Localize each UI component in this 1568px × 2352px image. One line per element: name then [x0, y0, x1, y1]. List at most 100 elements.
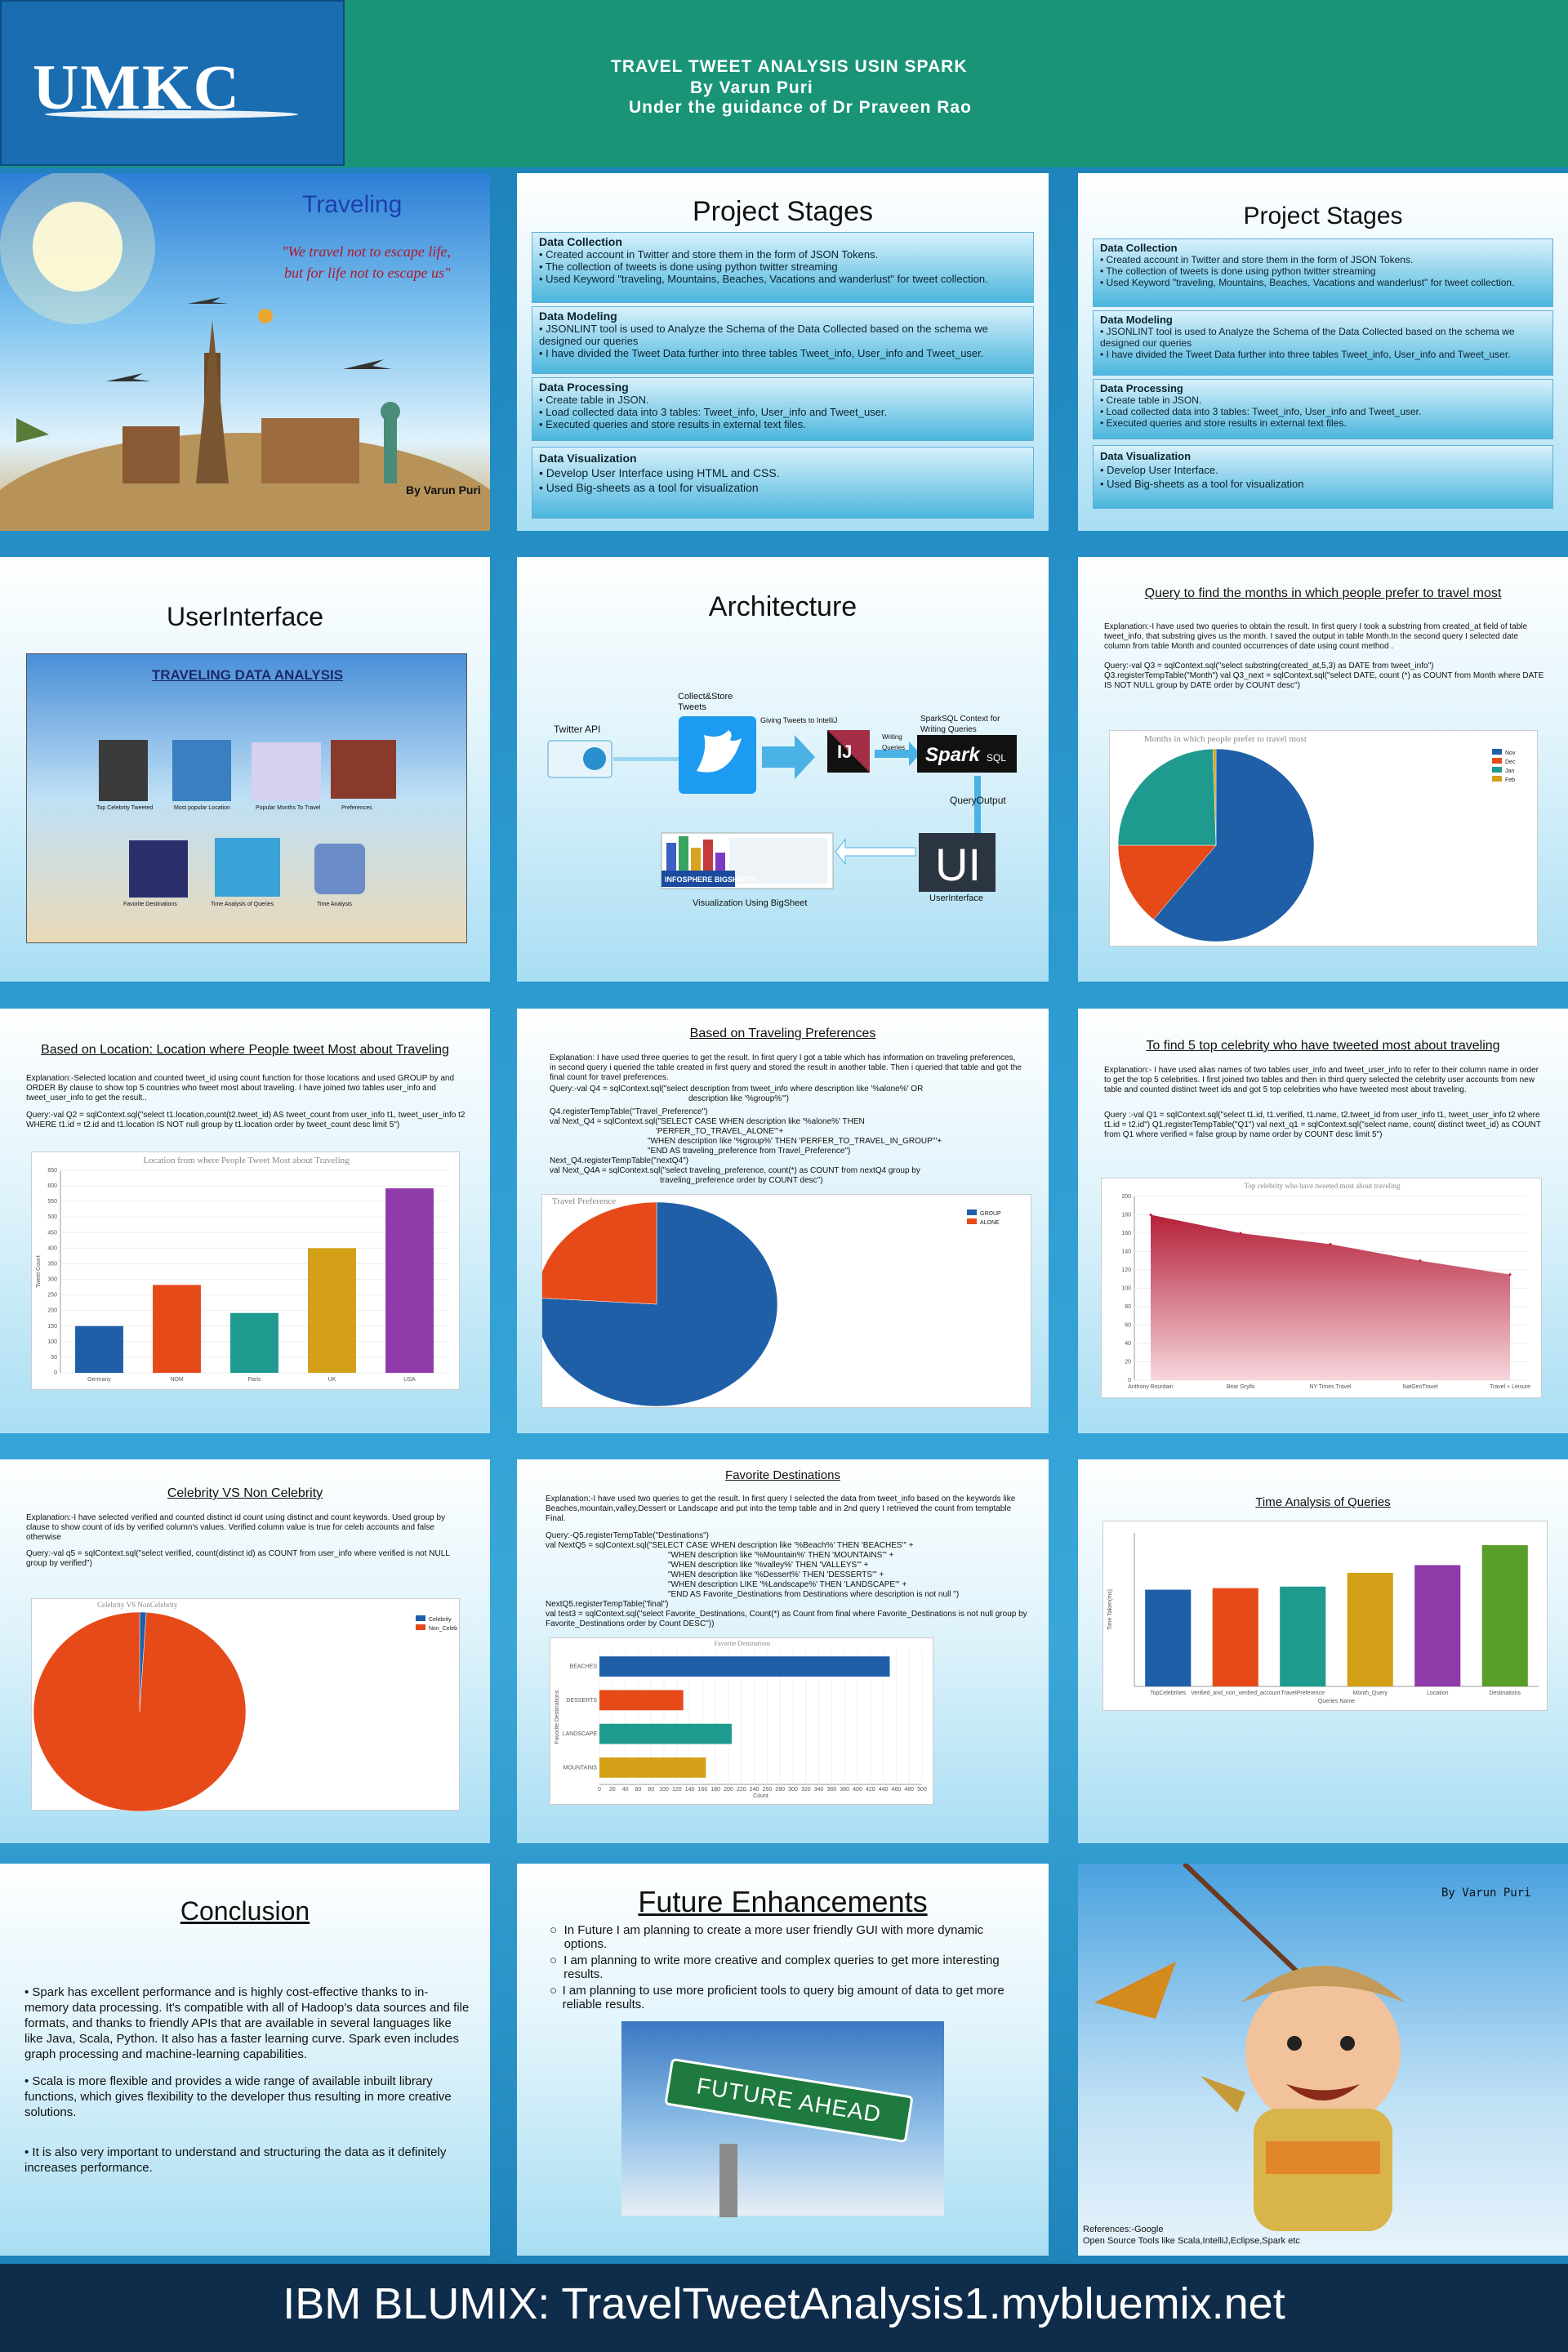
y-tick-label: 140	[1121, 1250, 1131, 1255]
preferences-title: Based on Traveling Preferences	[689, 1027, 876, 1040]
poster-guidance: Under the guidance of Dr Praveen Rao	[629, 98, 972, 117]
bar-travelpreference	[1280, 1586, 1326, 1686]
architecture-panel: Architecture IJ Spark SQL UI INFOSPHERE …	[517, 557, 1049, 982]
celeb-vs-title: Celebrity VS Non Celebrity	[167, 1486, 323, 1500]
project-stages-panel: Project Stages Data Collection • Created…	[517, 173, 1049, 531]
legend-swatch-nov	[1492, 749, 1502, 755]
bar-uk	[308, 1248, 356, 1373]
x-tick-label: NOM	[170, 1377, 184, 1383]
months-chart: Months in which people prefer to travel …	[1109, 730, 1538, 947]
conclusion-bullet-3: • It is also very important to understan…	[24, 2145, 447, 2175]
project-stages-panel-2: Project Stages Data Collection • Created…	[1078, 173, 1568, 531]
ui-thumb-analysis	[314, 844, 365, 894]
y-tick-label: 180	[1121, 1213, 1131, 1218]
y-tick-label: 80	[1125, 1304, 1131, 1310]
logo-swoosh	[45, 110, 298, 118]
location-title: Based on Location: Location where People…	[41, 1043, 449, 1057]
y-tick-label: MOUNTAINS	[564, 1765, 598, 1771]
ui-screenshot: TRAVELING DATA ANALYSIS Top Celebrity Tw…	[26, 653, 467, 943]
x-tick-label: 440	[879, 1787, 889, 1793]
months-query: Query:-val Q3 = sqlContext.sql("select s…	[1104, 662, 1544, 690]
area-point-natgeotravel	[1419, 1259, 1422, 1263]
location-panel: Based on Location: Location where People…	[0, 1009, 490, 1433]
visualization-label: Visualization Using BigSheet	[693, 898, 808, 908]
future-bullet-1: In Future I am planning to create a more…	[564, 1923, 984, 1951]
celeb-vs-explanation: Explanation:-I have selected verified an…	[26, 1513, 446, 1542]
bar-paris	[230, 1312, 278, 1373]
x-tick-label: 480	[904, 1787, 914, 1793]
conclusion-bullet-1: • Spark has excellent performance and is…	[24, 1985, 470, 2061]
conclusion-bullets: • Spark has excellent performance and is…	[24, 1984, 470, 2182]
ui-thumb-preferences	[331, 740, 396, 799]
legend-swatch-group	[967, 1209, 977, 1215]
y-tick-label: 350	[47, 1261, 57, 1267]
spark-context-label: SparkSQL Context for Writing Queries	[920, 715, 1000, 734]
celeb-vs-chart: Celebrity VS NonCelebrity Celebrity Non_C…	[31, 1598, 460, 1811]
celebrity-area-chart: 0 20 40 60 80 100 120 140 160 180 200 Anthony Bourd…	[1121, 1194, 1530, 1390]
location-chart: Location from where People Tweet Most ab…	[31, 1152, 460, 1390]
months-pie: Nov Dec Jan Feb	[1117, 748, 1516, 942]
conclusion-title: Conclusion	[180, 1896, 310, 1926]
x-axis-label: Count	[753, 1793, 768, 1799]
x-tick-label: 180	[710, 1787, 720, 1793]
sign-post	[719, 2144, 737, 2217]
bigsheets-logo: INFOSPHERE BIGSHEETS	[665, 875, 757, 884]
x-tick-label: 360	[827, 1787, 837, 1793]
legend-swatch-non-celeb	[416, 1624, 425, 1630]
x-tick-label: 320	[801, 1787, 811, 1793]
conclusion-panel: Conclusion • Spark has excellent perform…	[0, 1864, 490, 2256]
pie-slice-non-celeb	[33, 1611, 247, 1811]
celeb-vs-query: Query:-val q5 = sqlContext.sql("select v…	[26, 1549, 450, 1568]
legend-swatch-jan	[1492, 767, 1502, 773]
future-ahead-image: FUTURE AHEAD	[621, 2021, 944, 2217]
y-tick-label: 200	[47, 1308, 57, 1314]
ui-banner: TRAVELING DATA ANALYSIS	[151, 667, 344, 683]
bar-mountains	[599, 1757, 706, 1778]
x-tick-label: Destinations	[1489, 1690, 1521, 1696]
cartoon-illustration	[1094, 1864, 1405, 2231]
ui-thumb-months	[252, 742, 321, 801]
future-bullets: ○ In Future I am planning to create a mor…	[550, 1923, 1019, 2011]
conclusion-bullet-2: • Scala is more flexible and provides a …	[24, 2074, 452, 2119]
x-tick-label: 300	[788, 1787, 798, 1793]
x-tick-label: NatGeoTravel	[1402, 1384, 1438, 1390]
quote-line1: "We travel not to escape life,	[282, 243, 451, 260]
y-tick-label: 150	[47, 1324, 57, 1330]
y-axis-label: Tweet Count	[36, 1255, 42, 1287]
x-tick-label: 40	[622, 1787, 629, 1793]
y-tick-label: 450	[47, 1230, 57, 1236]
x-tick-label: Paris	[248, 1377, 261, 1383]
x-tick-label: 80	[648, 1787, 654, 1793]
architecture-diagram: IJ Spark SQL UI INFOSPHERE BIGSHEETS	[547, 716, 1017, 892]
time-title: Time Analysis of Queries	[1255, 1495, 1391, 1509]
x-tick-label: Travel + Leisure	[1490, 1384, 1530, 1390]
x-tick-label: 140	[685, 1787, 695, 1793]
celebrity-panel: To find 5 top celebrity who have tweeted…	[1078, 1009, 1568, 1433]
area-point-travel-leisure	[1508, 1273, 1512, 1276]
y-tick-label: DESSERTS	[566, 1698, 597, 1704]
months-explanation: Explanation:-I have used two queries to …	[1104, 622, 1528, 651]
svg-text:SQL: SQL	[987, 752, 1006, 764]
stage-data-collection-2: Data Collection • Created account in Twi…	[1093, 238, 1553, 307]
x-tick-label: TravelPreference	[1281, 1690, 1325, 1696]
pie-slice-jan	[1117, 748, 1217, 846]
location-query: Query:-val Q2 = sqlContext.sql("select t…	[26, 1111, 466, 1129]
legend-label-celebrity: Celebrity	[429, 1617, 452, 1623]
x-tick-label: 460	[892, 1787, 902, 1793]
legend-label-non-celeb: Non_Celeb	[429, 1626, 457, 1632]
stage-data-processing-2: Data Processing • Create table in JSON. …	[1093, 379, 1553, 439]
y-tick-label: LANDSCAPE	[563, 1731, 598, 1737]
preferences-panel: Based on Traveling Preferences Explanati…	[517, 1009, 1049, 1433]
preferences-explanation: Explanation: I have used three queries t…	[550, 1054, 1022, 1082]
location-bar-chart: 0 50 100 150 200 250 300 350 400 450 500 550 600 650 G…	[36, 1168, 448, 1383]
y-tick-label: 160	[1121, 1231, 1131, 1236]
bar-germany	[75, 1325, 123, 1373]
x-tick-label: UK	[328, 1377, 336, 1383]
y-tick-label: 650	[47, 1168, 57, 1174]
svg-text:IJ: IJ	[837, 742, 852, 762]
y-tick-label: 400	[47, 1245, 57, 1251]
legend-label-nov: Nov	[1505, 751, 1516, 756]
y-tick-label: 20	[1125, 1360, 1131, 1365]
y-tick-label: 300	[47, 1277, 57, 1283]
user-interface-panel: UserInterface TRAVELING DATA ANALYSIS To…	[0, 557, 490, 982]
